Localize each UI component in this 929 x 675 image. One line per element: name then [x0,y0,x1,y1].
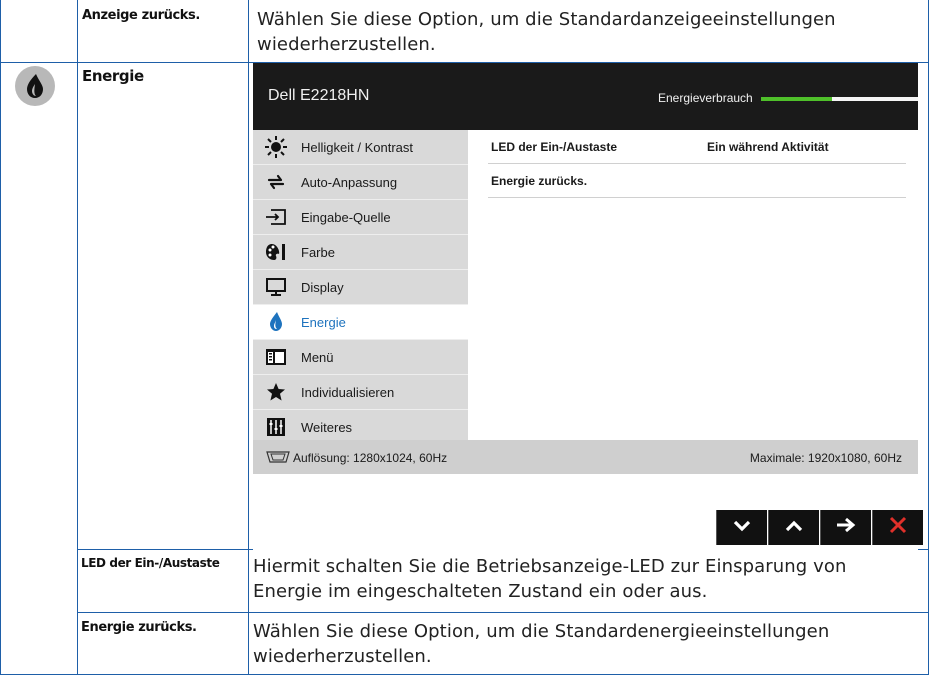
energy-usage-bar [761,97,918,101]
osd-status-bar: Auflösung: 1280x1024, 60Hz Maximale: 192… [253,440,918,474]
menu-item-display[interactable]: Display [253,270,468,305]
row-label-reset-display: Anzeige zurücks. [82,8,200,23]
table-divider-1 [77,0,78,675]
menu-item-brightness-contrast[interactable]: Helligkeit / Kontrast [253,130,468,165]
table-divider-2 [248,0,249,675]
row-label-power-led: LED der Ein-/Austaste [81,556,220,570]
osd-menu: Helligkeit / Kontrast Auto-Anpassung Ein… [253,130,468,445]
submenu-label: LED der Ein-/Austaste [491,140,618,154]
osd-model-title: Dell E2218HN [268,87,370,104]
menu-item-label: Display [301,279,344,295]
osd-header: Dell E2218HN Energieverbrauch [253,63,918,130]
menu-item-label: Auto-Anpassung [301,174,398,190]
row-description-power-led: Hiermit schalten Sie die Betriebsanzeige… [253,556,847,602]
osd-screenshot: Dell E2218HN Energieverbrauch Helligkeit… [253,63,923,556]
row-label-energy-reset: Energie zurücks. [81,620,197,635]
arrow-right-icon [836,517,856,538]
menu-item-label: Eingabe-Quelle [301,209,391,225]
down-button[interactable] [716,510,767,545]
up-button[interactable] [768,510,819,545]
menu-item-personalize[interactable]: Individualisieren [253,375,468,410]
row-separator-3 [77,612,929,613]
chevron-down-icon [733,519,751,537]
star-icon [265,381,287,403]
exit-button[interactable] [872,510,923,545]
others-icon [265,416,287,438]
energy-usage-fill [761,97,832,101]
energy-usage-label: Energieverbrauch [658,91,753,105]
menu-item-label: Farbe [301,244,335,260]
osd-submenu: LED der Ein-/Austaste Ein während Aktivi… [488,130,906,198]
menu-item-label: Helligkeit / Kontrast [301,139,413,155]
enter-button[interactable] [820,510,871,545]
menu-item-input-source[interactable]: Eingabe-Quelle [253,200,468,235]
menu-item-label: Menü [301,349,334,365]
menu-item-auto-adjust[interactable]: Auto-Anpassung [253,165,468,200]
submenu-label: Energie zurücks. [491,174,588,188]
osd-nav-buttons [716,510,924,545]
display-icon [265,276,287,298]
input-source-icon [265,206,287,228]
energy-icon [265,311,287,333]
row-label-energy: Energie [82,67,144,85]
menu-item-energy[interactable]: Energie [253,305,468,340]
brightness-icon [265,136,287,158]
submenu-row-power-led[interactable]: LED der Ein-/Austaste Ein während Aktivi… [488,130,906,164]
submenu-row-energy-reset[interactable]: Energie zurücks. [488,164,906,198]
row-description-energy-reset: Wählen Sie diese Option, um die Standard… [253,621,830,667]
close-icon [889,516,907,539]
menu-item-label: Individualisieren [301,384,395,400]
row-description-reset-display: Wählen Sie diese Option, um die Standard… [257,9,836,55]
energy-flame-icon [15,66,55,106]
menu-item-menu[interactable]: Menü [253,340,468,375]
menu-icon [265,346,287,368]
menu-item-label: Weiteres [301,419,353,435]
menu-item-label: Energie [301,314,346,330]
submenu-value: Ein während Aktivität [707,140,829,154]
max-resolution: Maximale: 1920x1080, 60Hz [749,451,902,465]
menu-item-color[interactable]: Farbe [253,235,468,270]
table-left-border [0,0,1,675]
vga-connector-icon [265,450,291,468]
chevron-up-icon [785,519,803,537]
current-resolution: Auflösung: 1280x1024, 60Hz [293,451,448,465]
color-icon [265,241,287,263]
auto-adjust-icon [265,171,287,193]
